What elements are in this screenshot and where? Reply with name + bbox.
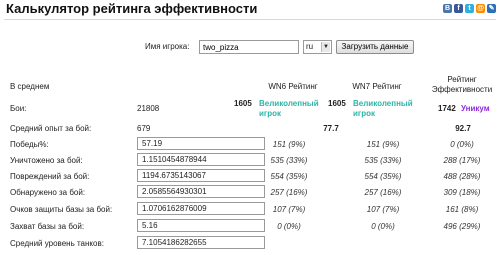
eff-class-label: Уникум	[461, 104, 490, 113]
eff-column-header-line1: Рейтинг	[447, 75, 477, 84]
eff-score: 1742	[438, 104, 456, 113]
wn6-stat-cell: 107 (7%)	[272, 205, 306, 214]
livejournal-icon[interactable]: ✎	[487, 4, 496, 13]
social-share-bar: B f t @ ✎	[443, 4, 496, 13]
stat-value-field[interactable]: 1194.6735143067	[137, 169, 265, 182]
wn7-stat-cell: 535 (33%)	[364, 156, 402, 165]
twitter-icon[interactable]: t	[465, 4, 474, 13]
wn6-stat-cell: 554 (35%)	[270, 172, 308, 181]
stat-value-field[interactable]: 2.0585564930301	[137, 185, 265, 198]
eff-column-header-line2: Эффективности	[431, 85, 493, 94]
mailru-icon[interactable]: @	[476, 4, 485, 13]
title-divider	[4, 19, 496, 20]
wn7-column-header: WN7 Рейтинг	[352, 82, 402, 91]
load-data-button[interactable]: Загрузить данные	[336, 40, 414, 54]
wn6-stat-cell: 257 (16%)	[270, 188, 308, 197]
wn7-score: 1605	[328, 99, 346, 108]
stat-value-field[interactable]: 5.16	[137, 219, 265, 232]
eff-stat-cell: 488 (28%)	[443, 172, 481, 181]
stat-value-field[interactable]: 57.19	[137, 137, 265, 150]
player-name-label: Имя игрока:	[145, 42, 190, 51]
average-column-header: В среднем	[10, 82, 50, 91]
wn6-stat-cell: 535 (33%)	[270, 156, 308, 165]
wn6-stat-cell: 0 (0%)	[277, 222, 301, 231]
avg-exp-value: 679	[137, 124, 151, 133]
eff-stat-cell: 496 (29%)	[443, 222, 481, 231]
eff-stat-cell: 0 (0%)	[450, 140, 474, 149]
stat-label: Повреждений за бой:	[10, 172, 90, 181]
wn7-stat-cell: 151 (9%)	[366, 140, 400, 149]
stat-label: Очков защиты базы за бой:	[10, 205, 113, 214]
wn6-class-label: Великолепный игрок	[259, 99, 319, 118]
wn6-wn7-shared-value: 77.7	[323, 124, 339, 133]
wn7-stat-cell: 0 (0%)	[371, 222, 395, 231]
eff-stat-cell: 309 (18%)	[443, 188, 481, 197]
battles-label: Бои:	[10, 104, 27, 113]
player-name-input[interactable]	[199, 40, 299, 54]
wn6-stat-cell: 151 (9%)	[272, 140, 306, 149]
eff-exp-value: 92.7	[455, 124, 471, 133]
tank-level-label: Средний уровень танков:	[10, 239, 104, 248]
chevron-down-icon[interactable]: ▼	[321, 42, 330, 52]
region-select[interactable]: ru ▼	[303, 40, 332, 54]
eff-stat-cell: 288 (17%)	[443, 156, 481, 165]
stat-label: Обнаружено за бой:	[10, 188, 86, 197]
player-form: Имя игрока: ru ▼ Загрузить данные	[0, 40, 500, 54]
stat-label: Победы%:	[10, 140, 49, 149]
avg-exp-label: Средний опыт за бой:	[10, 124, 92, 133]
stat-value-field[interactable]: 1.0706162876009	[137, 202, 265, 215]
page-title: Калькулятор рейтинга эффективности	[6, 1, 258, 16]
stat-value-field[interactable]: 1.1510454878944	[137, 153, 265, 166]
stat-label: Уничтожено за бой:	[10, 156, 83, 165]
battles-value: 21808	[137, 104, 160, 113]
wn6-column-header: WN6 Рейтинг	[268, 82, 318, 91]
eff-stat-cell: 161 (8%)	[445, 205, 479, 214]
wn7-stat-cell: 257 (16%)	[364, 188, 402, 197]
wn7-class-label: Великолепный игрок	[353, 99, 413, 118]
wn7-stat-cell: 554 (35%)	[364, 172, 402, 181]
wn7-stat-cell: 107 (7%)	[366, 205, 400, 214]
facebook-icon[interactable]: f	[454, 4, 463, 13]
region-value: ru	[306, 42, 314, 51]
tank-level-field[interactable]: 7.1054186282655	[137, 236, 265, 249]
wn6-score: 1605	[234, 99, 252, 108]
vk-icon[interactable]: B	[443, 4, 452, 13]
stat-label: Захват базы за бой:	[10, 222, 85, 231]
